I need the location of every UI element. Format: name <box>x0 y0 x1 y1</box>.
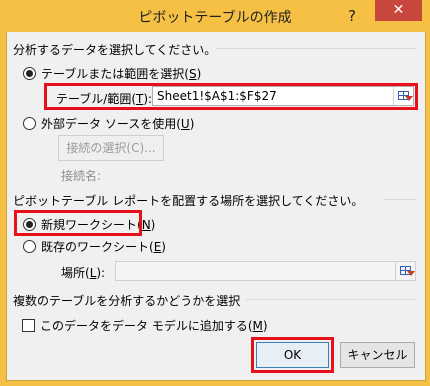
radio-existing-worksheet[interactable] <box>23 240 36 253</box>
section-separator <box>246 299 416 300</box>
radio-new-worksheet-label[interactable]: 新規ワークシート(N) <box>41 216 155 233</box>
section-heading-select-data: 分析するデータを選択してください。 <box>13 43 217 57</box>
radio-external-source-label[interactable]: 外部データ ソースを使用(U) <box>41 115 194 132</box>
ok-button[interactable]: OK <box>256 342 329 368</box>
section-separator <box>384 199 416 200</box>
close-icon[interactable]: ✕ <box>393 2 405 18</box>
title-bar: ピボットテーブルの作成 ? ✕ <box>0 0 430 32</box>
radio-table-range[interactable] <box>23 67 36 80</box>
window-title: ピボットテーブルの作成 <box>138 10 292 26</box>
location-arrow-icon <box>407 271 415 276</box>
close-button[interactable]: ✕ <box>375 0 422 21</box>
range-arrow-icon <box>405 96 413 101</box>
section-separator <box>216 48 416 49</box>
connection-name-label: 接続名: <box>61 169 102 183</box>
choose-connection-button[interactable]: 接続の選択(C)... <box>58 135 164 161</box>
add-to-data-model-label[interactable]: このデータをデータ モデルに追加する(M) <box>40 317 268 334</box>
radio-table-range-label[interactable]: テーブルまたは範囲を選択(S) <box>41 65 201 82</box>
radio-external-source[interactable] <box>23 117 36 130</box>
range-input[interactable]: Sheet1!$A$1:$F$27 <box>152 86 414 106</box>
add-to-data-model-checkbox[interactable] <box>22 319 35 332</box>
help-button[interactable]: ? <box>342 6 362 26</box>
location-input[interactable] <box>115 261 416 281</box>
radio-selected-dot <box>26 70 33 77</box>
radio-selected-dot <box>26 221 33 228</box>
cancel-button[interactable]: キャンセル <box>340 342 415 368</box>
range-label: テーブル/範囲(T): <box>56 92 153 106</box>
section-heading-multiple-tables: 複数のテーブルを分析するかどうかを選択 <box>13 294 241 308</box>
radio-new-worksheet[interactable] <box>23 218 36 231</box>
location-label: 場所(L): <box>61 266 106 280</box>
location-collapse-button[interactable] <box>395 262 415 280</box>
range-collapse-button[interactable] <box>393 87 413 105</box>
section-heading-report-location: ピボットテーブル レポートを配置する場所を選択してください。 <box>13 194 364 208</box>
radio-existing-worksheet-label[interactable]: 既存のワークシート(E) <box>41 238 166 255</box>
